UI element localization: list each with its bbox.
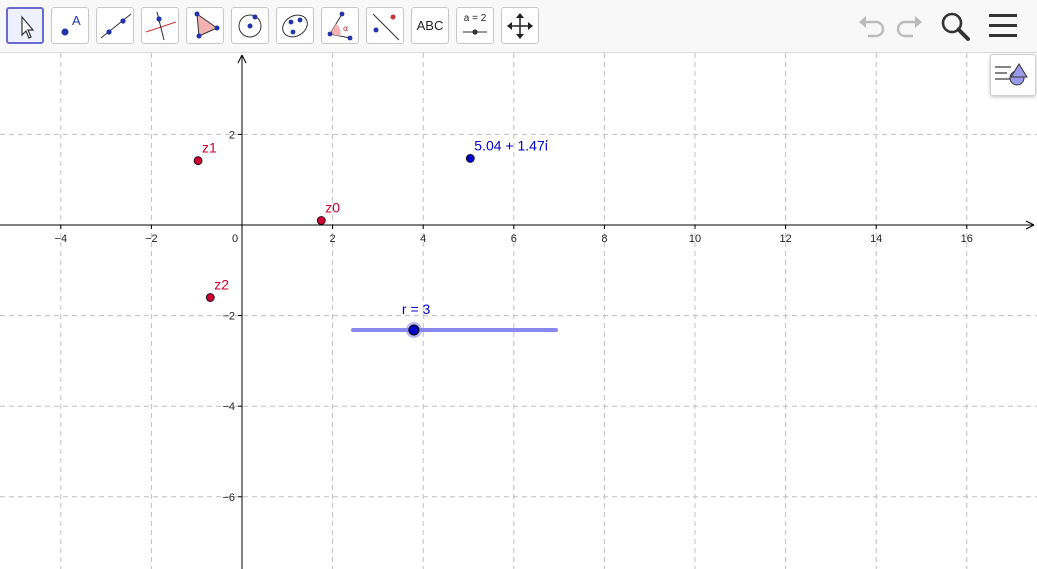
search-icon (941, 12, 970, 41)
move-arrows-icon (507, 13, 533, 39)
slider-knob[interactable] (408, 324, 420, 336)
slider-tool-label: a = 2 (463, 13, 487, 24)
points: z0 z1 z2 5.04 + 1.47ί (193, 137, 548, 302)
y-axis-ticks: 2 −2 −4 −6 (222, 129, 242, 504)
undo-icon (859, 16, 885, 38)
undo-button[interactable] (856, 10, 888, 46)
move-graphics-view-tool[interactable] (501, 7, 539, 44)
point-label-result: 5.04 + 1.47ί (474, 137, 548, 153)
y-tick-label: −2 (222, 311, 235, 323)
move-tool[interactable] (6, 7, 44, 44)
x-tick-label: 16 (961, 233, 973, 245)
point-label-z0: z0 (325, 199, 340, 215)
angle-tool[interactable]: α (321, 7, 359, 44)
arrow-cursor-icon (21, 15, 35, 39)
slider-label: r = 3 (402, 301, 431, 317)
svg-text:A: A (72, 13, 81, 28)
slider-tool[interactable]: a = 2 (456, 7, 494, 44)
point-z2[interactable] (205, 293, 215, 302)
redo-icon (896, 16, 922, 38)
x-tick-label: 14 (870, 233, 882, 245)
x-tick-label: 0 (232, 233, 238, 245)
ellipse-tool[interactable] (276, 7, 314, 44)
point-z1[interactable] (193, 156, 203, 166)
x-tick-label: 4 (420, 233, 426, 245)
y-tick-label: 2 (229, 129, 235, 141)
graphics-view[interactable]: −4 −2 0 2 4 6 8 10 12 14 16 2 −2 −4 −6 r = 3 z0 z1 z2 5.… (0, 53, 1037, 569)
text-tool[interactable]: ABC (411, 7, 449, 44)
slider-r[interactable]: r = 3 (351, 301, 558, 338)
y-tick-label: −4 (222, 401, 235, 413)
point-result[interactable] (465, 154, 475, 163)
line-tool[interactable] (96, 7, 134, 44)
reflect-icon (372, 13, 400, 41)
main-menu-button[interactable] (987, 10, 1019, 46)
polygon-tool[interactable] (186, 7, 224, 44)
style-bar-toggle-button[interactable] (990, 54, 1036, 96)
point-label-z2: z2 (214, 276, 229, 292)
circle-tool[interactable] (231, 7, 269, 44)
reflect-tool[interactable] (366, 7, 404, 44)
point-z0[interactable] (316, 216, 326, 225)
x-tick-label: −2 (145, 233, 158, 245)
text-tool-label: ABC (416, 18, 444, 33)
x-tick-label: 8 (601, 233, 607, 245)
circle-icon (238, 14, 262, 38)
grid (0, 53, 1037, 569)
polygon-icon (194, 11, 220, 39)
perpendicular-line-tool[interactable] (141, 7, 179, 44)
point-icon: A (61, 13, 81, 36)
angle-icon: α (327, 11, 353, 41)
ellipse-icon (282, 14, 308, 38)
x-axis-ticks: −4 −2 0 2 4 6 8 10 12 14 16 (55, 225, 973, 245)
x-tick-label: 12 (779, 233, 791, 245)
redo-button[interactable] (893, 10, 925, 46)
toolbar: A α ABC a = 2 (0, 0, 1037, 53)
hamburger-menu-icon (989, 14, 1017, 37)
x-tick-label: −4 (55, 233, 68, 245)
y-tick-label: −6 (222, 492, 235, 504)
perpendicular-line-icon (145, 11, 177, 41)
point-label-z1: z1 (202, 140, 217, 156)
line-icon (100, 13, 132, 39)
search-button[interactable] (939, 10, 973, 48)
svg-text:α: α (343, 24, 348, 33)
axes (0, 54, 1035, 569)
x-tick-label: 6 (511, 233, 517, 245)
point-tool[interactable]: A (51, 7, 89, 44)
x-tick-label: 2 (330, 233, 336, 245)
x-tick-label: 10 (689, 233, 701, 245)
style-bar-toggle-icon (995, 63, 1028, 86)
